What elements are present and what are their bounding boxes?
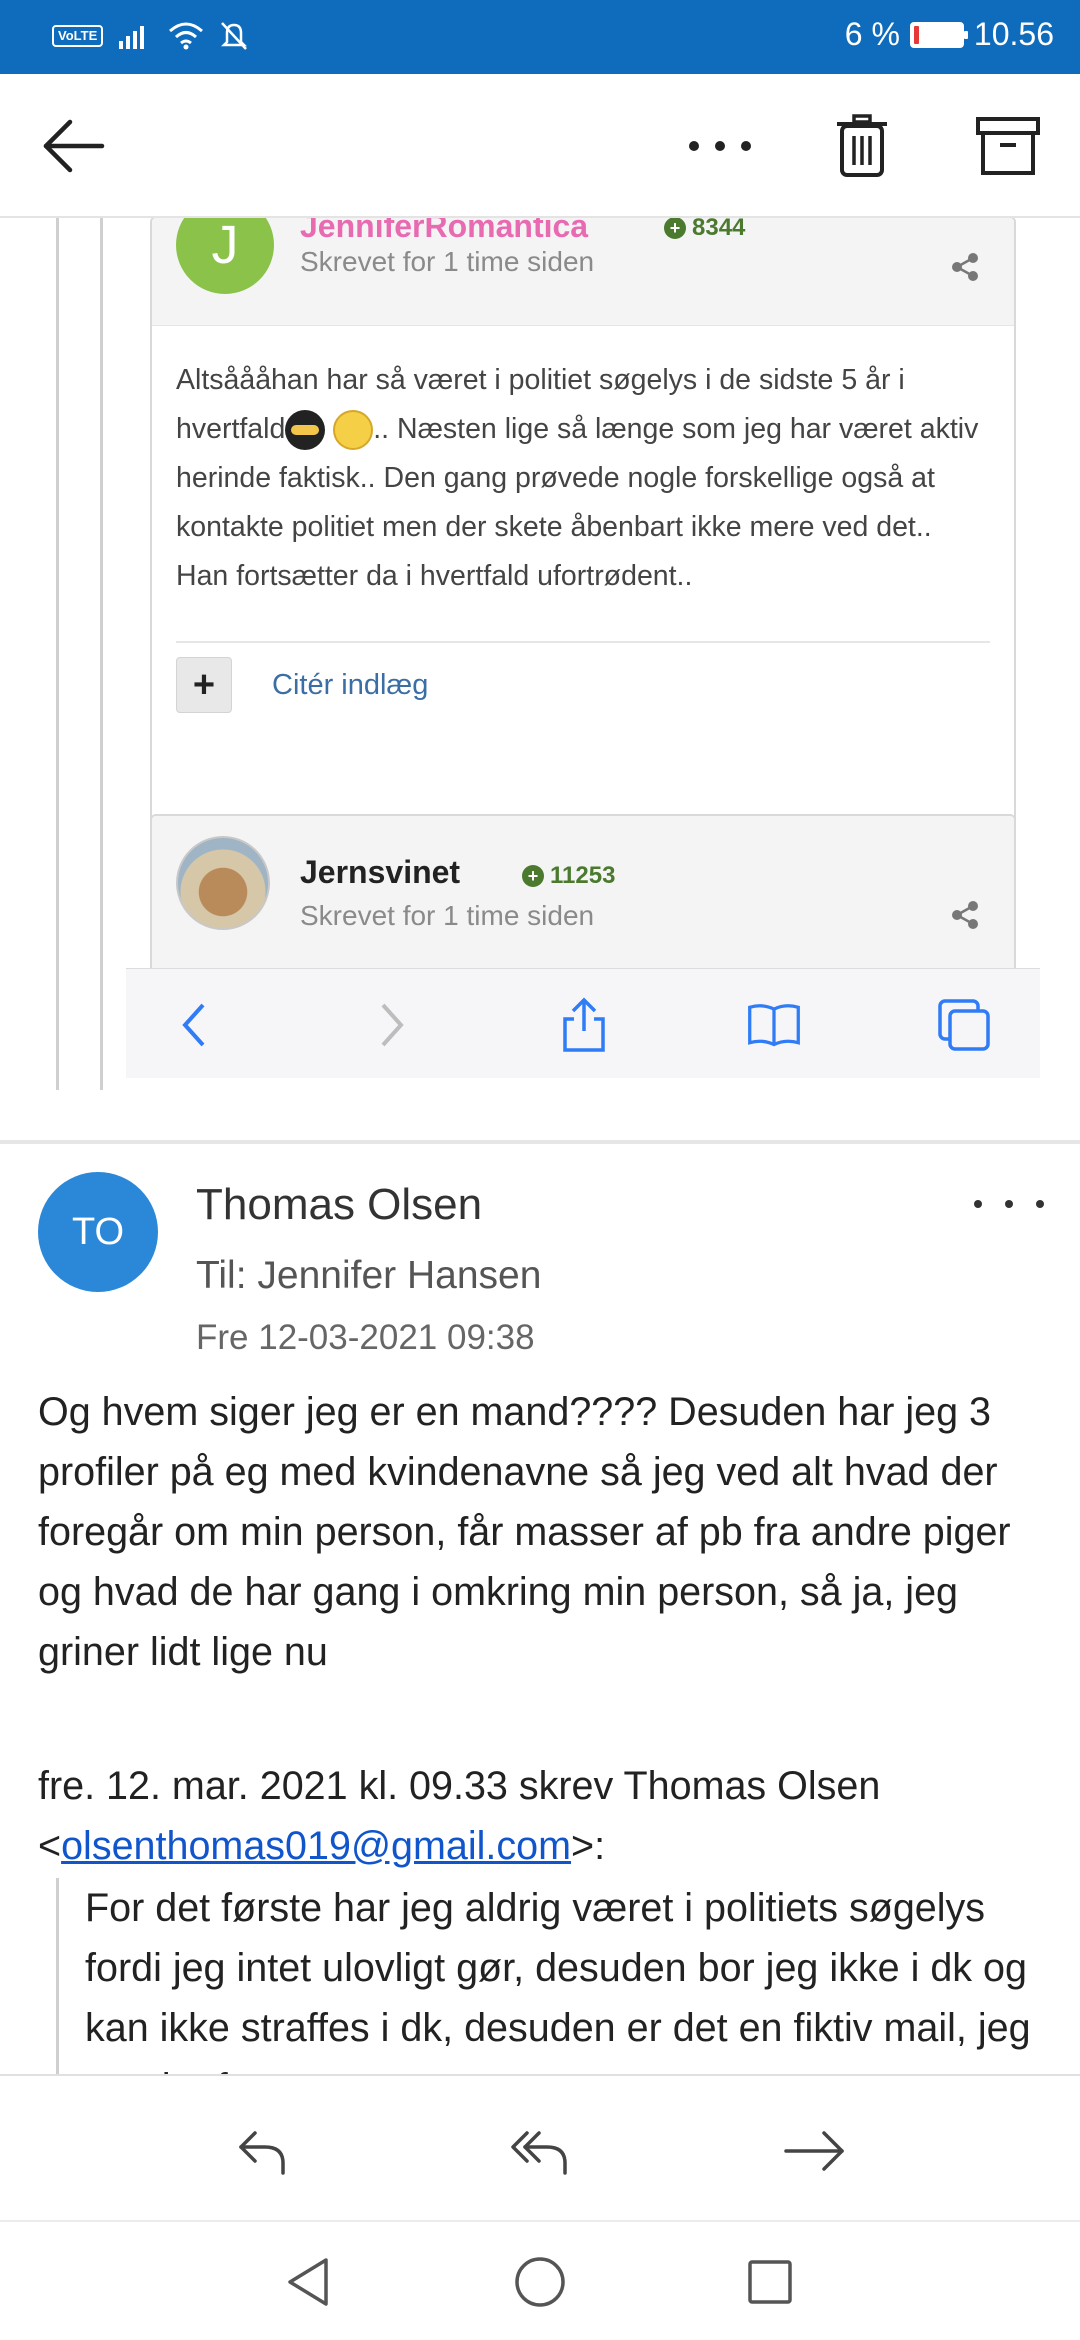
post-time: Skrevet for 1 time siden bbox=[300, 246, 595, 277]
signal-icon bbox=[119, 26, 145, 49]
score-value: 8344 bbox=[692, 218, 746, 241]
quote-email-link[interactable]: olsenthomas019@gmail.com bbox=[61, 1824, 571, 1868]
quote-header: fre. 12. mar. 2021 kl. 09.33 skrev Thoma… bbox=[38, 1756, 1048, 1876]
post-author[interactable]: JenniferRomantica bbox=[300, 218, 588, 245]
chevron-right-icon bbox=[381, 1003, 404, 1047]
post-header: J JenniferRomantica + 8344 Skrevet for 1… bbox=[152, 218, 1014, 326]
back-button[interactable] bbox=[30, 104, 114, 188]
ninja-emoji-icon bbox=[285, 410, 326, 451]
quote-rule bbox=[100, 218, 103, 1090]
avatar bbox=[176, 836, 270, 930]
battery-icon bbox=[909, 21, 968, 48]
reply-all-icon bbox=[511, 2131, 567, 2175]
archive-icon bbox=[976, 117, 1040, 175]
mail-toolbar bbox=[0, 74, 1080, 218]
avatar: J bbox=[176, 218, 274, 294]
nav-back-icon bbox=[288, 2258, 328, 2306]
cite-row: + Citér indlæg bbox=[152, 643, 1014, 735]
post-author[interactable]: Jernsvinet bbox=[300, 854, 460, 891]
browser-tabs-button[interactable] bbox=[936, 997, 992, 1053]
status-right: 6 % 10.56 bbox=[845, 16, 1054, 53]
status-left: VoLTE bbox=[52, 20, 249, 52]
chevron-left-icon bbox=[182, 1003, 205, 1047]
dot bbox=[974, 1200, 982, 1208]
post-score: + 8344 bbox=[664, 218, 745, 242]
archive-button[interactable] bbox=[966, 104, 1050, 188]
reply-button[interactable] bbox=[228, 2116, 298, 2186]
nav-recents-button[interactable] bbox=[740, 2252, 800, 2312]
dot bbox=[1036, 1200, 1044, 1208]
cite-link[interactable]: Citér indlæg bbox=[272, 669, 428, 702]
forum-post: Jernsvinet + 11253 Skrevet for 1 time si… bbox=[150, 814, 1016, 984]
recipient[interactable]: Til: Jennifer Hansen bbox=[196, 1254, 541, 1298]
share-upload-icon bbox=[563, 997, 605, 1052]
browser-toolbar bbox=[126, 968, 1040, 1078]
arrow-left-icon bbox=[43, 119, 105, 173]
browser-forward-button[interactable] bbox=[364, 997, 420, 1053]
message-date: Fre 12-03-2021 09:38 bbox=[196, 1318, 535, 1357]
dot bbox=[1005, 1200, 1013, 1208]
status-bar: VoLTE 6 % 10.56 bbox=[0, 0, 1080, 74]
browser-back-button[interactable] bbox=[166, 997, 222, 1053]
post-score: + 11253 bbox=[522, 862, 615, 890]
cite-plus-button[interactable]: + bbox=[176, 657, 232, 713]
forward-icon bbox=[784, 2131, 844, 2171]
share-icon[interactable] bbox=[950, 900, 980, 930]
score-value: 11253 bbox=[550, 862, 616, 889]
trash-icon bbox=[837, 114, 887, 177]
wifi-icon bbox=[169, 22, 204, 50]
post-body: Altsåååhan har så været i politiet søgel… bbox=[152, 326, 1014, 601]
quote-gt: >: bbox=[571, 1824, 606, 1868]
post-header: Jernsvinet + 11253 Skrevet for 1 time si… bbox=[152, 816, 1014, 982]
browser-share-button[interactable] bbox=[556, 997, 612, 1053]
message-more-button[interactable] bbox=[974, 1184, 1044, 1224]
quote-intro: fre. 12. mar. 2021 kl. 09.33 skrev Thoma… bbox=[38, 1764, 881, 1808]
nav-recents-icon bbox=[748, 2260, 792, 2304]
browser-bookmarks-button[interactable] bbox=[746, 997, 802, 1053]
divider bbox=[0, 1140, 1080, 1144]
book-icon bbox=[748, 1004, 800, 1047]
nav-home-button[interactable] bbox=[510, 2252, 570, 2312]
more-options-button[interactable] bbox=[678, 104, 762, 188]
message-actions bbox=[0, 2074, 1080, 2220]
volte-indicator: VoLTE bbox=[52, 25, 104, 47]
reply-all-button[interactable] bbox=[505, 2116, 575, 2186]
clock: 10.56 bbox=[973, 16, 1054, 52]
more-horizontal-icon bbox=[689, 141, 751, 151]
quote-lt: < bbox=[38, 1824, 62, 1868]
quote-rule bbox=[56, 218, 59, 1090]
bell-off-icon bbox=[221, 22, 248, 50]
plus-circle-icon: + bbox=[664, 218, 686, 239]
sender-name[interactable]: Thomas Olsen bbox=[196, 1180, 482, 1230]
plus-circle-icon: + bbox=[522, 865, 544, 887]
reply-icon bbox=[239, 2131, 285, 2175]
embedded-screenshot: J JenniferRomantica + 8344 Skrevet for 1… bbox=[0, 218, 1080, 1144]
nav-back-button[interactable] bbox=[278, 2252, 338, 2312]
battery-percent: 6 % bbox=[844, 16, 900, 52]
rolling-eyes-emoji-icon bbox=[333, 410, 374, 451]
system-nav-bar bbox=[0, 2220, 1080, 2340]
quoted-text: For det første har jeg aldrig været i po… bbox=[56, 1878, 1046, 2074]
nav-home-icon bbox=[515, 2257, 565, 2307]
tabs-icon bbox=[938, 999, 990, 1051]
forward-button[interactable] bbox=[780, 2116, 850, 2186]
delete-button[interactable] bbox=[820, 104, 904, 188]
sender-avatar[interactable]: TO bbox=[38, 1172, 158, 1292]
message-body: Og hvem siger jeg er en mand???? Desuden… bbox=[38, 1390, 1011, 1674]
share-icon[interactable] bbox=[950, 252, 980, 282]
post-time: Skrevet for 1 time siden bbox=[300, 900, 595, 931]
